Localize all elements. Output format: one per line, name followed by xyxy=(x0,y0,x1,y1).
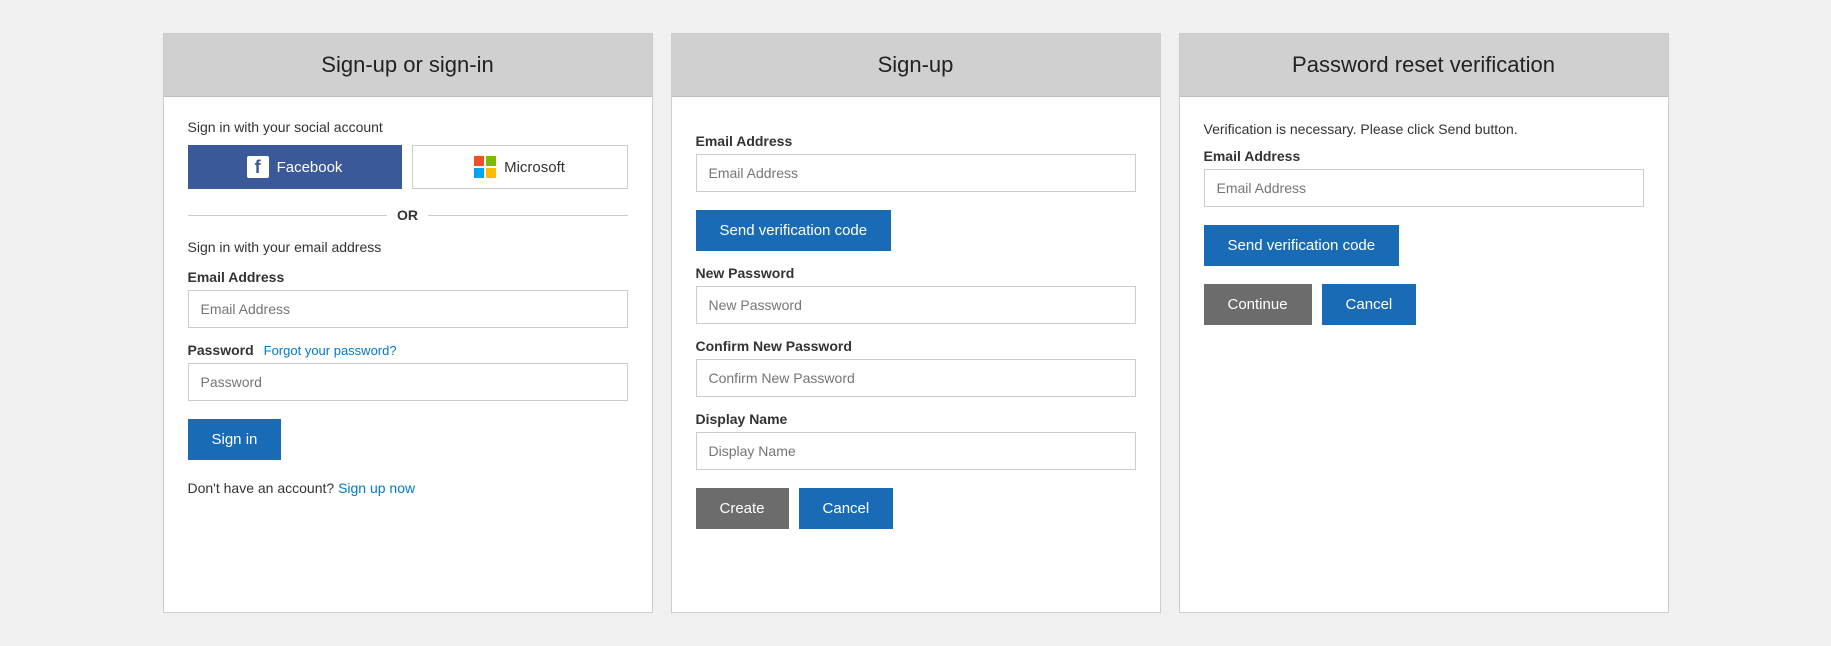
forgot-password-link[interactable]: Forgot your password? xyxy=(264,343,397,358)
confirm-password-label: Confirm New Password xyxy=(696,338,1136,354)
panel-password-reset: Password reset verification Verification… xyxy=(1179,33,1669,613)
ms-red-square xyxy=(474,156,484,166)
continue-button[interactable]: Continue xyxy=(1204,284,1312,325)
display-name-input[interactable] xyxy=(696,432,1136,470)
password-label-row: Password Forgot your password? xyxy=(188,342,628,358)
new-password-label: New Password xyxy=(696,265,1136,281)
password-label: Password xyxy=(188,342,254,358)
panel-signin: Sign-up or sign-in Sign in with your soc… xyxy=(163,33,653,613)
display-name-label: Display Name xyxy=(696,411,1136,427)
password-input[interactable] xyxy=(188,363,628,401)
facebook-button[interactable]: f Facebook xyxy=(188,145,402,189)
signup-link[interactable]: Sign up now xyxy=(338,480,415,496)
signup-btn-row: Create Cancel xyxy=(696,488,1136,529)
or-divider: OR xyxy=(188,207,628,223)
facebook-label: Facebook xyxy=(277,159,343,176)
panel-reset-title: Password reset verification xyxy=(1180,34,1668,97)
ms-yellow-square xyxy=(486,168,496,178)
create-button[interactable]: Create xyxy=(696,488,789,529)
panel-signup-body: Email Address Send verification code New… xyxy=(672,97,1160,551)
email-signin-label: Sign in with your email address xyxy=(188,239,628,255)
reset-send-code-button[interactable]: Send verification code xyxy=(1204,225,1400,266)
reset-btn-row: Continue Cancel xyxy=(1204,284,1644,325)
verification-text: Verification is necessary. Please click … xyxy=(1204,119,1644,140)
reset-email-label: Email Address xyxy=(1204,148,1644,164)
no-account-text: Don't have an account? xyxy=(188,480,335,496)
sign-in-button[interactable]: Sign in xyxy=(188,419,282,460)
send-verification-code-button[interactable]: Send verification code xyxy=(696,210,892,251)
signup-email-input[interactable] xyxy=(696,154,1136,192)
signup-cancel-button[interactable]: Cancel xyxy=(799,488,894,529)
ms-blue-square xyxy=(474,168,484,178)
signup-footer: Don't have an account? Sign up now xyxy=(188,480,628,496)
confirm-password-input[interactable] xyxy=(696,359,1136,397)
social-buttons: f Facebook Microsoft xyxy=(188,145,628,189)
or-text: OR xyxy=(397,207,418,223)
reset-cancel-button[interactable]: Cancel xyxy=(1322,284,1417,325)
panel-signup-title: Sign-up xyxy=(672,34,1160,97)
microsoft-button[interactable]: Microsoft xyxy=(412,145,628,189)
panel-signin-title: Sign-up or sign-in xyxy=(164,34,652,97)
reset-email-input[interactable] xyxy=(1204,169,1644,207)
microsoft-label: Microsoft xyxy=(504,159,565,176)
or-line-right xyxy=(428,215,628,216)
social-label: Sign in with your social account xyxy=(188,119,628,135)
or-line-left xyxy=(188,215,388,216)
panels-container: Sign-up or sign-in Sign in with your soc… xyxy=(163,33,1669,613)
panel-reset-body: Verification is necessary. Please click … xyxy=(1180,97,1668,347)
signup-email-label: Email Address xyxy=(696,133,1136,149)
panel-signup: Sign-up Email Address Send verification … xyxy=(671,33,1161,613)
ms-green-square xyxy=(486,156,496,166)
microsoft-icon xyxy=(474,156,496,178)
panel-signin-body: Sign in with your social account f Faceb… xyxy=(164,97,652,518)
new-password-input[interactable] xyxy=(696,286,1136,324)
facebook-icon: f xyxy=(247,156,269,178)
email-input[interactable] xyxy=(188,290,628,328)
email-field-label: Email Address xyxy=(188,269,628,285)
